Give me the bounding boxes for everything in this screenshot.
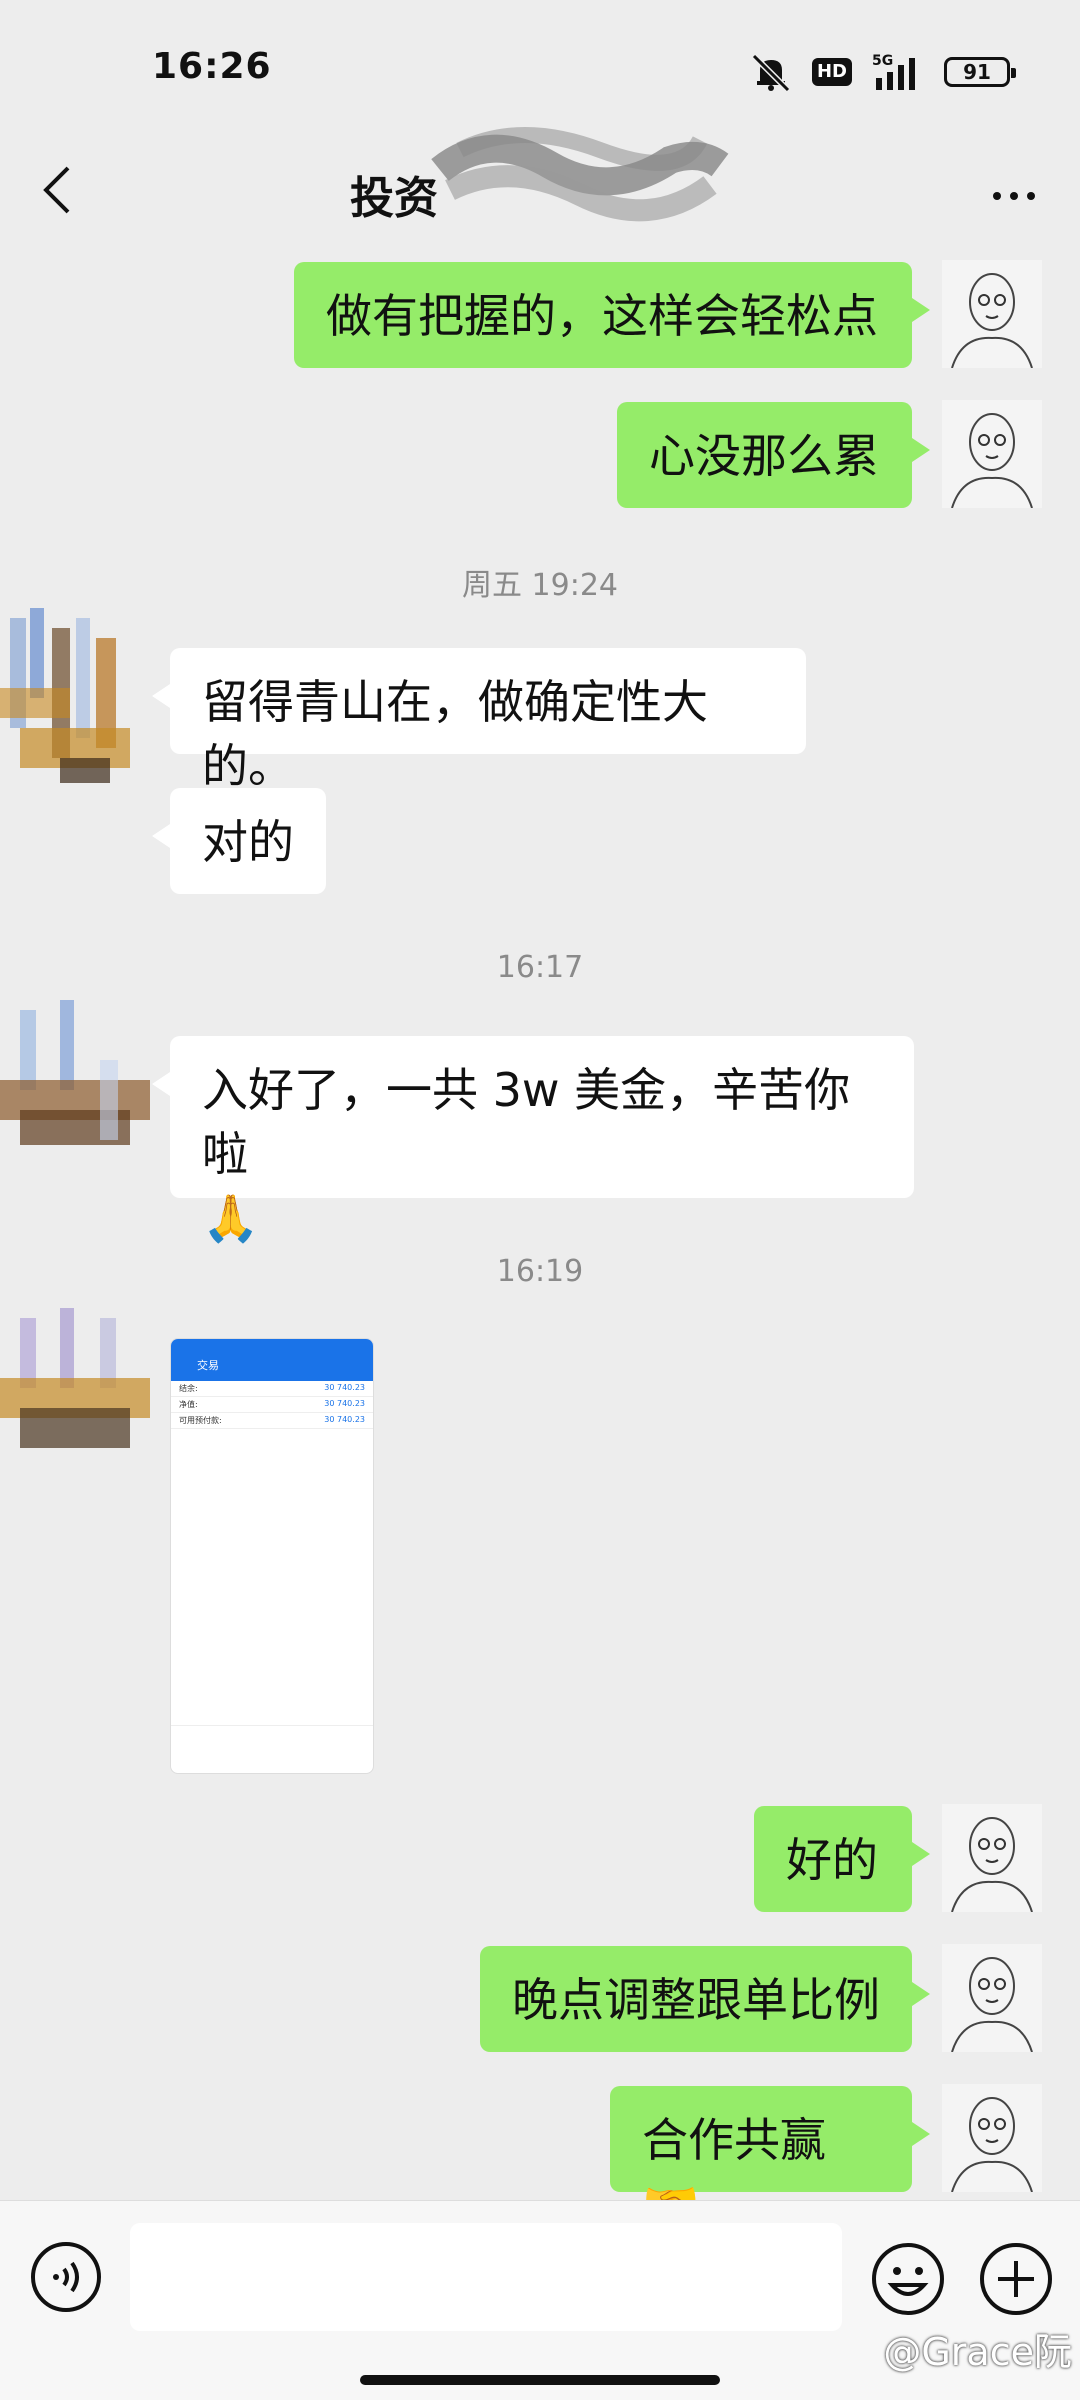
message-text: 好的 <box>786 1833 878 1887</box>
message-bubble-incoming[interactable]: 留得青山在，做确定性大的。 <box>152 648 806 793</box>
network-label: 5G <box>872 53 893 69</box>
message-bubble-incoming[interactable]: 入好了，一共 3w 美金，辛苦你啦 🙏 <box>152 1036 914 1245</box>
status-icons: HD 5G 91 <box>750 50 1016 94</box>
message-text: 心没那么累 <box>649 429 879 483</box>
avatar-other[interactable] <box>0 1000 160 1180</box>
avatar-self[interactable] <box>942 1804 1042 1912</box>
input-bar: @Grace阮 <box>0 2200 1080 2400</box>
avatar-other[interactable] <box>0 608 160 788</box>
plus-icon[interactable] <box>978 2241 1054 2317</box>
image-row: 可用预付款: 30 740.23 <box>171 1413 373 1429</box>
avatar-sketch-icon <box>942 400 1042 508</box>
message-input[interactable] <box>130 2223 842 2331</box>
hd-badge: HD <box>811 58 852 86</box>
voice-input-icon[interactable] <box>30 2241 102 2313</box>
chat-screen: 16:26 HD 5G 91 投资 做有把握的，这样会轻松点 心没那么累 周五 … <box>0 0 1080 2400</box>
image-title: 交易 <box>197 1359 219 1372</box>
message-text: 晚点调整跟单比例 <box>512 1973 880 2027</box>
battery-icon: 91 <box>944 57 1016 87</box>
message-bubble-outgoing[interactable]: 心没那么累 <box>617 402 930 508</box>
message-bubble-outgoing[interactable]: 合作共赢🤝 <box>610 2086 930 2231</box>
emoji-icon[interactable] <box>870 2241 946 2317</box>
message-text: 对的 <box>202 815 294 869</box>
message-bubble-incoming[interactable]: 对的 <box>152 788 326 894</box>
message-bubble-outgoing[interactable]: 晚点调整跟单比例 <box>480 1946 930 2052</box>
avatar-self[interactable] <box>942 1944 1042 2052</box>
chat-header: 投资 <box>0 127 1080 248</box>
status-time: 16:26 <box>152 46 272 87</box>
message-text: 做有把握的，这样会轻松点 <box>326 289 878 343</box>
avatar-sketch-icon <box>942 260 1042 368</box>
avatar-sketch-icon <box>942 1804 1042 1912</box>
avatar-sketch-icon <box>942 2084 1042 2192</box>
message-text: 留得青山在，做确定性大的。 <box>202 675 708 793</box>
avatar-sketch-icon <box>942 1944 1042 2052</box>
image-row: 结余: 30 740.23 <box>171 1381 373 1397</box>
avatar-other[interactable] <box>0 1308 160 1488</box>
avatar-self[interactable] <box>942 400 1042 508</box>
watermark: @Grace阮 <box>883 2330 1072 2374</box>
avatar-self[interactable] <box>942 260 1042 368</box>
mute-bell-icon <box>751 53 791 92</box>
timestamp: 周五 19:24 <box>462 568 618 603</box>
message-text: 入好了，一共 3w 美金，辛苦你啦 <box>202 1063 851 1181</box>
avatar-self[interactable] <box>942 2084 1042 2192</box>
praying-hands-emoji: 🙏 <box>202 1191 260 1245</box>
message-bubble-outgoing[interactable]: 做有把握的，这样会轻松点 <box>294 262 930 368</box>
timestamp: 16:19 <box>496 1254 584 1289</box>
signal-icon: 5G <box>872 53 915 90</box>
timestamp: 16:17 <box>496 950 584 985</box>
image-message-screenshot[interactable]: 交易 结余: 30 740.23 净值: 30 740.23 可用预付款: 30 74… <box>170 1338 374 1774</box>
image-row: 净值: 30 740.23 <box>171 1397 373 1413</box>
image-tab-bar <box>171 1725 373 1773</box>
image-app-header: 交易 <box>171 1339 373 1381</box>
message-bubble-outgoing[interactable]: 好的 <box>754 1806 930 1912</box>
home-indicator[interactable] <box>360 2375 720 2385</box>
battery-level: 91 <box>963 60 991 84</box>
title-redaction-scribble <box>431 127 729 222</box>
chat-title: 投资 <box>350 173 438 224</box>
more-options-icon[interactable] <box>984 166 1044 226</box>
back-arrow-icon[interactable] <box>30 160 90 220</box>
